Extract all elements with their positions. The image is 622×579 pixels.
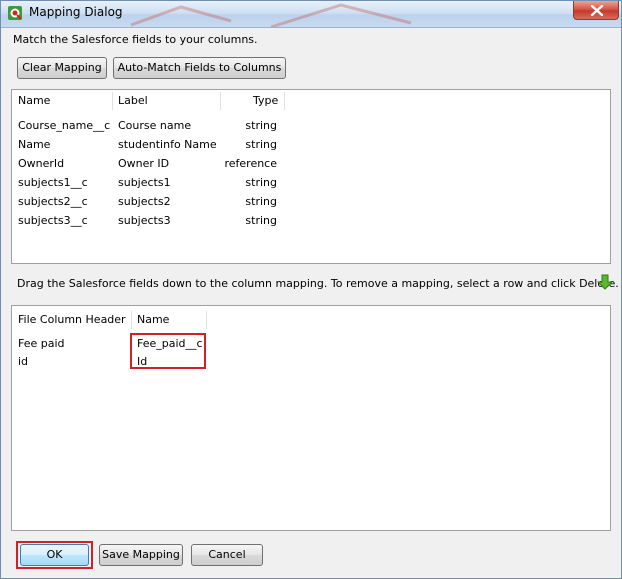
highlight-box	[130, 333, 206, 369]
field-label: studentinfo Name	[118, 138, 217, 151]
table-row[interactable]: subjects1__c subjects1 string	[12, 173, 610, 192]
column-header-name[interactable]: Name	[18, 90, 50, 112]
table-row[interactable]: OwnerId Owner ID reference	[12, 154, 610, 173]
column-divider	[284, 92, 285, 110]
arrow-down-icon	[597, 274, 613, 290]
table-row[interactable]: Fee paid Fee_paid__c	[12, 334, 610, 353]
table-row[interactable]: Name studentinfo Name string	[12, 135, 610, 154]
window-title: Mapping Dialog	[29, 5, 123, 19]
field-name: subjects1__c	[18, 176, 88, 189]
field-type: string	[245, 195, 277, 208]
column-divider	[112, 92, 113, 110]
column-divider	[220, 92, 221, 110]
field-label: subjects3	[118, 214, 171, 227]
close-icon	[590, 5, 604, 16]
field-type: string	[245, 138, 277, 151]
save-mapping-button[interactable]: Save Mapping	[99, 544, 183, 566]
field-type: string	[245, 119, 277, 132]
field-type: string	[245, 214, 277, 227]
salesforce-fields-table[interactable]: Name Label Type Course_name__c Course na…	[11, 89, 611, 264]
table-row[interactable]: subjects3__c subjects3 string	[12, 211, 610, 230]
column-header-label[interactable]: Label	[118, 90, 148, 112]
file-column-header: Fee paid	[18, 337, 65, 350]
mapping-dialog-window: Mapping Dialog Match the Salesforce fiel…	[0, 0, 622, 579]
table-row[interactable]: id Id	[12, 352, 610, 371]
field-label: subjects1	[118, 176, 171, 189]
field-name: subjects2__c	[18, 195, 88, 208]
table-row[interactable]: Course_name__c Course name string	[12, 116, 610, 135]
column-divider	[206, 311, 207, 329]
field-label: Owner ID	[118, 157, 170, 170]
cancel-button[interactable]: Cancel	[191, 544, 263, 566]
field-type: reference	[224, 157, 277, 170]
app-icon	[8, 6, 22, 20]
field-label: subjects2	[118, 195, 171, 208]
drag-instruction-text: Drag the Salesforce fields down to the c…	[17, 277, 619, 290]
column-header-name[interactable]: Name	[137, 309, 169, 331]
field-name: Name	[18, 138, 51, 151]
column-mapping-table[interactable]: File Column Header Name Fee paid Fee_pai…	[11, 305, 611, 531]
field-name: Course_name__c	[18, 119, 111, 132]
column-header-type[interactable]: Type	[253, 90, 278, 112]
title-bar[interactable]: Mapping Dialog	[1, 1, 621, 28]
instruction-text: Match the Salesforce fields to your colu…	[13, 33, 258, 46]
field-type: string	[245, 176, 277, 189]
field-name: subjects3__c	[18, 214, 88, 227]
field-name: OwnerId	[18, 157, 65, 170]
close-button[interactable]	[573, 1, 619, 20]
column-divider	[131, 311, 132, 329]
column-header-file-column[interactable]: File Column Header	[18, 309, 126, 331]
highlight-box	[16, 541, 93, 569]
file-column-header: id	[18, 355, 29, 368]
field-label: Course name	[118, 119, 192, 132]
clear-mapping-button[interactable]: Clear Mapping	[17, 57, 107, 79]
title-background-decoration	[130, 3, 412, 27]
auto-match-button[interactable]: Auto-Match Fields to Columns	[113, 57, 286, 79]
table-row[interactable]: subjects2__c subjects2 string	[12, 192, 610, 211]
